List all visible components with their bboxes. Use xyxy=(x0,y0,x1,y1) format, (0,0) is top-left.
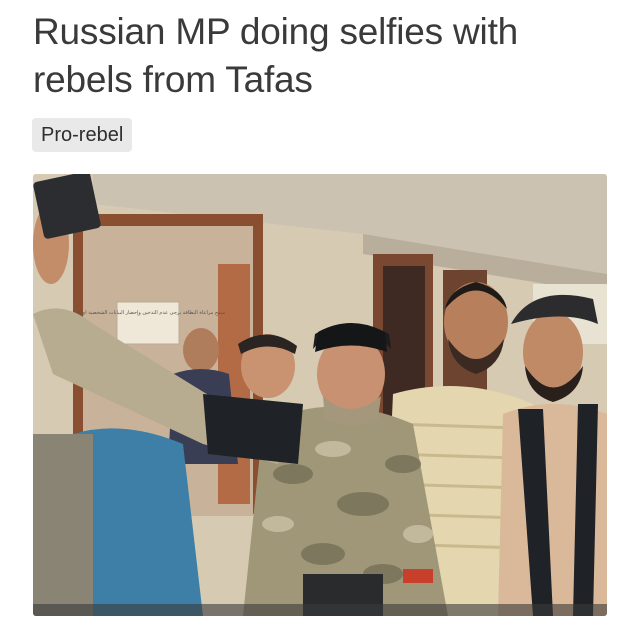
photo-bottom-shadow xyxy=(33,604,607,616)
headline-line-1: Russian MP doing selfies with xyxy=(33,11,519,52)
photo-person-bg-left-head xyxy=(183,328,219,372)
headline-line-2: rebels from Tafas xyxy=(33,59,313,100)
category-tag[interactable]: Pro-rebel xyxy=(32,118,133,152)
photo-person-far-left xyxy=(33,434,93,616)
photo-wall-sign-text: سمح مراعاة النظافة يرجى عدم التدخين وإحض… xyxy=(70,310,225,316)
photo-wall-sign xyxy=(116,301,180,345)
photo-red-item xyxy=(403,569,433,583)
photo-illustration: سمح مراعاة النظافة يرجى عدم التدخين وإحض… xyxy=(33,174,607,616)
article-photo: سمح مراعاة النظافة يرجى عدم التدخين وإحض… xyxy=(33,174,607,616)
article-headline: Russian MP doing selfies with rebels fro… xyxy=(33,8,623,104)
photo-soldier-armband xyxy=(203,394,303,464)
